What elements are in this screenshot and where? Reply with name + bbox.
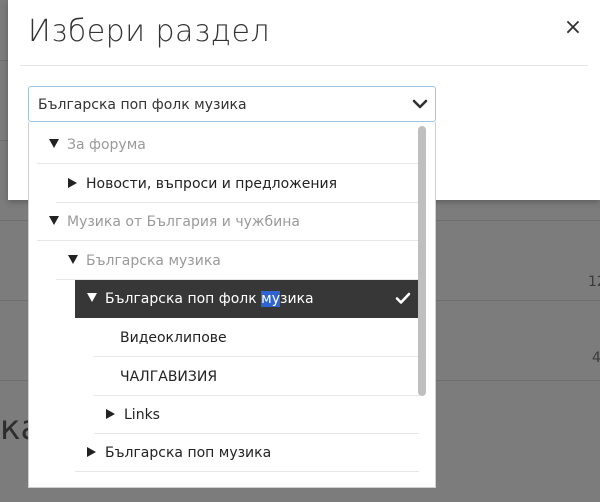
search-highlight: му [261, 291, 281, 307]
tree-item-label: Музика от България и чужбина [67, 214, 300, 230]
tree-item-music-bg-abroad[interactable]: Музика от България и чужбина [37, 203, 419, 241]
tree-item-label: За форума [67, 137, 146, 153]
tree-item-label: Links [124, 407, 160, 423]
tree-item-label: Българска поп музика [105, 445, 272, 461]
tree-item-popfolk-selected[interactable]: Българска поп фолк музика [75, 280, 419, 318]
caret-right-icon [68, 178, 77, 188]
chevron-down-icon [412, 99, 428, 109]
tree-item-label: ЧАЛГАВИЗИЯ [120, 369, 218, 385]
close-button[interactable]: × [560, 15, 586, 41]
section-dropdown: За форума Новости, въпроси и предложения… [28, 122, 436, 488]
tree-item-pop-music[interactable]: Българска поп музика [75, 434, 419, 472]
caret-down-icon [68, 255, 78, 264]
modal-title: Избери раздел [28, 14, 271, 49]
section-select[interactable]: Българска поп фолк музика [28, 86, 436, 122]
select-value: Българска поп фолк музика [38, 97, 247, 113]
tree-item-label: Новости, въпроси и предложения [86, 176, 338, 192]
caret-down-icon [87, 293, 97, 302]
tree-item-news[interactable]: Новости, въпроси и предложения [56, 165, 419, 203]
modal-divider [20, 65, 588, 66]
tree-item-links[interactable]: Links [94, 396, 419, 434]
close-icon: × [563, 15, 583, 40]
checkmark-icon [395, 292, 411, 304]
caret-down-icon [49, 216, 59, 225]
caret-right-icon [106, 409, 115, 419]
tree-item-label: Видеоклипове [120, 330, 227, 346]
background-count: 4 [592, 350, 600, 366]
caret-down-icon [49, 139, 59, 148]
tree-item-videoclips[interactable]: Видеоклипове [94, 319, 419, 357]
tree-item-chalgavizia[interactable]: ЧАЛГАВИЗИЯ [94, 358, 419, 396]
caret-right-icon [87, 447, 96, 457]
tree-item-bulgarian-music[interactable]: Българска музика [56, 242, 419, 280]
background-count: 12 [588, 274, 600, 290]
tree-item-label: Българска музика [86, 253, 221, 269]
tree-item-about-forum[interactable]: За форума [37, 126, 419, 164]
tree-item-label: Българска поп фолк музика [105, 291, 314, 307]
dropdown-scrollbar[interactable] [418, 126, 426, 396]
